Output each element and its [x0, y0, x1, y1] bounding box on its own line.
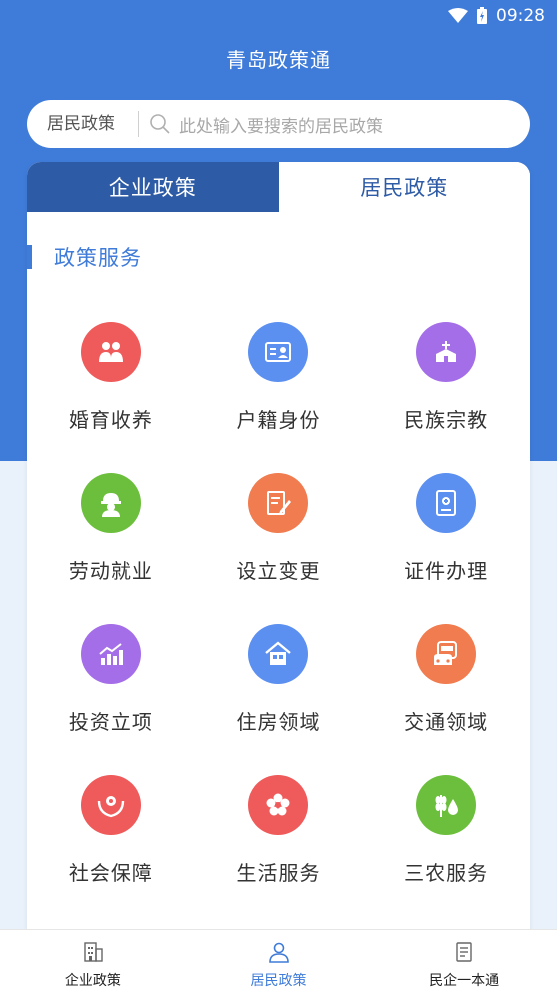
- temple-icon: [416, 322, 477, 382]
- service-label: 三农服务: [404, 861, 489, 885]
- service-item-transportation[interactable]: 交通领域: [362, 624, 530, 735]
- tab-enterprise-policy[interactable]: 企业政策: [27, 162, 279, 212]
- service-item-labor-employment[interactable]: 劳动就业: [27, 473, 195, 584]
- service-item-investment-project[interactable]: 投资立项: [27, 624, 195, 735]
- service-label: 住房领域: [236, 710, 321, 734]
- service-label: 社会保障: [68, 861, 153, 885]
- care-hands-icon: [80, 775, 141, 835]
- nav-label: 民企一本通: [429, 972, 500, 989]
- nav-resident-policy[interactable]: 居民政策: [186, 930, 372, 999]
- nav-label: 居民政策: [250, 972, 307, 989]
- chart-growth-icon: [80, 624, 141, 684]
- service-item-marriage-adoption[interactable]: 婚育收养: [27, 322, 195, 433]
- section-accent-bar: [27, 245, 32, 269]
- bottom-nav: 企业政策 居民政策 民企一本通: [0, 929, 557, 999]
- service-label: 交通领域: [404, 710, 489, 734]
- worker-helmet-icon: [80, 473, 141, 533]
- service-label: 投资立项: [68, 710, 153, 734]
- wheat-drop-icon: [416, 775, 477, 835]
- service-item-ethnic-religion[interactable]: 民族宗教: [362, 322, 530, 433]
- service-item-agriculture[interactable]: 三农服务: [362, 775, 530, 886]
- service-item-certificate-processing[interactable]: 证件办理: [362, 473, 530, 584]
- search-scope[interactable]: 居民政策: [27, 111, 139, 137]
- status-time: 09:28: [496, 6, 545, 26]
- service-label: 证件办理: [404, 559, 489, 583]
- battery-icon: [477, 7, 487, 24]
- house-icon: [248, 624, 309, 684]
- service-label: 民族宗教: [404, 408, 489, 432]
- search-icon: [150, 114, 170, 134]
- edit-document-icon: [248, 473, 309, 533]
- service-item-housing[interactable]: 住房领域: [195, 624, 363, 735]
- wifi-icon: [448, 8, 468, 23]
- service-item-life-services[interactable]: 生活服务: [195, 775, 363, 886]
- section-title: 政策服务: [54, 246, 142, 270]
- service-label: 婚育收养: [68, 408, 153, 432]
- nav-enterprise-policy[interactable]: 企业政策: [0, 930, 186, 999]
- service-grid: 婚育收养 户籍身份 民族宗教 劳动就业 设立变更 证件办理 投资立项 住房领域 …: [27, 322, 530, 886]
- service-item-social-security[interactable]: 社会保障: [27, 775, 195, 886]
- building-icon: [84, 941, 103, 962]
- app-title: 青岛政策通: [226, 48, 331, 72]
- person-icon: [268, 942, 289, 963]
- search-bar[interactable]: 居民政策 此处输入要搜索的居民政策: [27, 100, 530, 148]
- policy-tabs: 企业政策 居民政策: [27, 162, 530, 212]
- service-label: 户籍身份: [236, 408, 321, 432]
- tab-resident-policy[interactable]: 居民政策: [278, 162, 530, 212]
- policy-card: 企业政策 居民政策 政策服务 婚育收养 户籍身份 民族宗教 劳动就业 设立变更 …: [27, 162, 530, 942]
- search-input[interactable]: 此处输入要搜索的居民政策: [179, 112, 383, 137]
- service-item-establish-change[interactable]: 设立变更: [195, 473, 363, 584]
- document-icon: [456, 941, 472, 962]
- service-item-household-identity[interactable]: 户籍身份: [195, 322, 363, 433]
- section-heading: 政策服务: [27, 242, 142, 272]
- id-card-icon: [248, 322, 309, 382]
- bus-icon: [416, 624, 477, 684]
- service-label: 设立变更: [236, 559, 321, 583]
- nav-private-enterprise-guide[interactable]: 民企一本通: [371, 930, 557, 999]
- flower-icon: [248, 775, 309, 835]
- certificate-icon: [416, 473, 477, 533]
- service-label: 生活服务: [236, 861, 321, 885]
- family-icon: [80, 322, 141, 382]
- status-bar: 09:28: [0, 0, 557, 34]
- service-label: 劳动就业: [68, 559, 153, 583]
- nav-label: 企业政策: [64, 972, 121, 989]
